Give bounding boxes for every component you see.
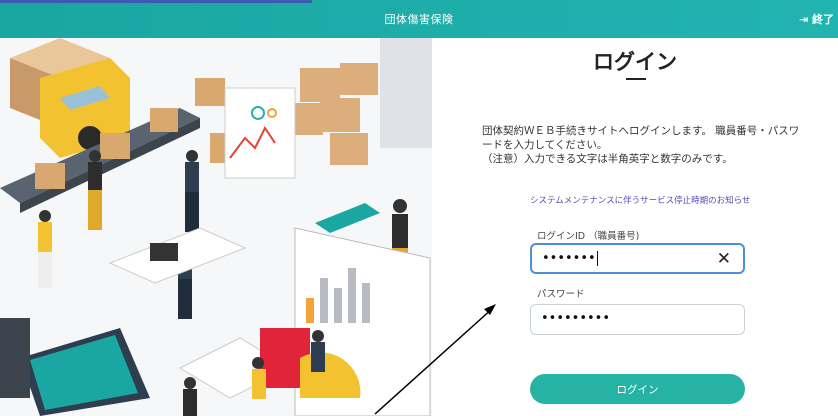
logout-icon: ⇥ — [798, 13, 809, 26]
header-title: 団体傷害保険 — [384, 13, 454, 26]
password-field[interactable]: ••••••••• — [530, 304, 745, 335]
title-underline — [626, 78, 646, 80]
header-accent — [0, 0, 312, 3]
exit-label: 終了 — [812, 13, 834, 26]
page-title: ログイン — [593, 50, 677, 74]
login-panel: ログイン 団体契約ＷＥＢ手続きサイトへログインします。 職員番号・パスワードを入… — [432, 38, 838, 416]
login-description: 団体契約ＷＥＢ手続きサイトへログインします。 職員番号・パスワードを入力してくだ… — [482, 124, 802, 166]
login-id-field[interactable]: ••••••• ✕ — [530, 243, 745, 274]
close-icon[interactable]: ✕ — [717, 249, 731, 269]
password-value: ••••••••• — [541, 311, 611, 326]
maintenance-notice-link[interactable]: システムメンテナンスに伴うサービス停止時期のお知らせ — [530, 194, 750, 206]
app-header: 団体傷害保険 ⇥ 終了 — [0, 0, 838, 38]
warehouse-illustration — [0, 38, 432, 416]
login-button[interactable]: ログイン — [530, 374, 745, 404]
note-text: （注意）入力できる文字は半角英字と数字のみです。 — [482, 153, 733, 165]
description-text: 団体契約ＷＥＢ手続きサイトへログインします。 職員番号・パスワードを入力してくだ… — [482, 125, 800, 151]
login-id-value: ••••••• — [542, 251, 598, 266]
exit-button[interactable]: ⇥ 終了 — [799, 11, 834, 27]
password-label: パスワード — [537, 289, 585, 300]
login-id-label: ログインID （職員番号) — [537, 231, 640, 242]
